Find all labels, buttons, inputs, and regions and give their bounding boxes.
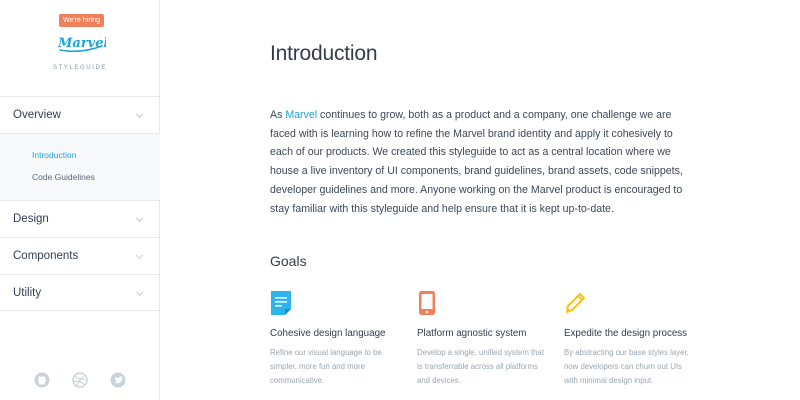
sidebar-item-label: Overview [13,109,61,121]
main-content: Introduction As Marvel continues to grow… [161,0,800,400]
phone-icon [419,291,435,315]
goal-title: Platform agnostic system [417,328,527,339]
goal-card: Platform agnostic system Develop a singl… [417,290,552,389]
sidebar-item-utility[interactable]: Utility [0,274,160,311]
twitter-icon[interactable] [110,372,126,388]
goal-title: Cohesive design language [270,328,386,339]
overview-subnav: Introduction Code Guidelines [0,133,160,200]
dribbble-icon[interactable] [72,372,88,388]
sidebar-item-label: Utility [13,286,42,299]
logo-text: Marvel [57,36,106,51]
styleguide-label: STYLEGUIDE [52,65,107,71]
sidebar-item-design[interactable]: Design [0,200,160,237]
goal-card: Expedite the design process By abstracti… [564,290,699,389]
subnav-item-introduction[interactable]: Introduction [0,150,160,161]
pencil-icon [565,292,586,314]
brand-header: We're hiring Marvel STYLEGUIDE [0,0,160,96]
goal-card: Cohesive design language Refine our visu… [270,290,405,389]
chevron-down-icon [135,110,144,119]
goals-heading: Goals [270,253,307,269]
chevron-down-icon [135,214,144,223]
marvel-link[interactable]: Marvel [285,109,317,121]
sidebar-item-label: Components [13,250,79,262]
goal-title: Expedite the design process [564,328,688,339]
goal-description: By abstracting our base styles layer, no… [564,348,689,386]
sidebar-nav: Overview Introduction Code Guidelines De… [0,96,160,311]
page-title: Introduction [270,42,378,65]
hiring-badge[interactable]: We're hiring [59,14,104,27]
intro-paragraph: As Marvel continues to grow, both as a p… [270,106,690,218]
intro-text-rest: continues to grow, both as a product and… [270,109,683,215]
marvel-logo[interactable]: Marvel [56,33,106,55]
chevron-down-icon [135,288,144,297]
subnav-item-code-guidelines[interactable]: Code Guidelines [0,172,160,183]
document-icon [271,291,291,315]
sidebar: We're hiring Marvel STYLEGUIDE Overview … [0,0,160,400]
sidebar-item-label: Design [13,213,49,225]
sidebar-item-overview[interactable]: Overview [0,96,160,133]
github-icon[interactable] [34,372,50,388]
intro-text-start: As [270,109,286,121]
chevron-down-icon [135,251,144,260]
sidebar-item-components[interactable]: Components [0,237,160,274]
goal-description: Refine our visual language to be simpler… [270,348,382,386]
goal-description: Develop a single, unified system that is… [417,348,544,386]
